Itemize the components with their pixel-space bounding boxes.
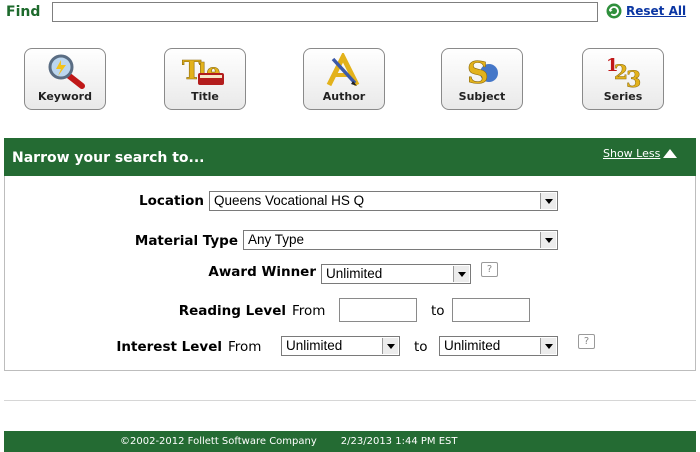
divider	[4, 400, 696, 401]
interest-level-help-icon[interactable]: ?	[578, 334, 595, 349]
series-search-button[interactable]: 1 2 3 Series	[582, 48, 664, 110]
award-winner-help-icon[interactable]: ?	[481, 262, 498, 277]
dropdown-arrow-icon	[540, 338, 556, 354]
subject-letters-icon: S	[467, 56, 498, 89]
find-input[interactable]	[52, 2, 598, 22]
find-label: Find	[6, 4, 41, 20]
location-select[interactable]: Queens Vocational HS Q	[209, 191, 558, 211]
interest-level-to-select[interactable]: Unlimited	[439, 336, 558, 356]
footer-copyright: ©2002-2012 Follett Software Company	[120, 436, 317, 447]
magnifier-icon	[48, 54, 85, 89]
reset-all-link[interactable]: Reset All	[626, 4, 686, 18]
svg-text:S: S	[467, 56, 489, 89]
interest-level-from-value: Unlimited	[286, 338, 343, 353]
reset-all-button[interactable]: Reset All	[606, 3, 686, 19]
material-type-select[interactable]: Any Type	[243, 230, 558, 250]
narrow-search-title: Narrow your search to...	[12, 150, 205, 166]
award-winner-value: Unlimited	[326, 266, 383, 281]
title-book-icon: T le	[182, 56, 224, 86]
title-label: Title	[191, 90, 219, 103]
author-search-button[interactable]: Author	[303, 48, 385, 110]
series-label: Series	[603, 90, 643, 103]
reading-level-from-label: From	[292, 303, 326, 319]
interest-level-to-label: to	[414, 339, 428, 355]
caret-up-icon	[663, 149, 678, 158]
interest-level-to-value: Unlimited	[444, 338, 501, 353]
reading-level-to-input[interactable]	[452, 298, 530, 322]
show-less-link[interactable]: Show Less	[603, 147, 678, 160]
subject-search-button[interactable]: S Subject	[441, 48, 523, 110]
reading-level-label: Reading Level	[178, 303, 286, 319]
interest-level-from-label: From	[228, 339, 262, 355]
location-label: Location	[139, 193, 204, 209]
keyword-search-button[interactable]: Keyword	[24, 48, 106, 110]
show-less-label[interactable]: Show Less	[603, 147, 660, 160]
author-label: Author	[322, 90, 366, 103]
keyword-label: Keyword	[38, 90, 92, 103]
location-value: Queens Vocational HS Q	[214, 193, 365, 208]
footer-datetime: 2/23/2013 1:44 PM EST	[340, 436, 458, 447]
dropdown-arrow-icon	[382, 338, 398, 354]
reading-level-from-input[interactable]	[339, 298, 417, 322]
author-pen-icon	[326, 53, 360, 87]
title-search-button[interactable]: T le Title	[164, 48, 246, 110]
svg-text:3: 3	[626, 67, 641, 89]
series-numbers-icon: 1 2 3	[606, 55, 642, 89]
dropdown-arrow-icon	[540, 232, 556, 248]
dropdown-arrow-icon	[540, 193, 556, 209]
dropdown-arrow-icon	[453, 266, 469, 282]
reading-level-to-label: to	[431, 303, 445, 319]
material-type-value: Any Type	[248, 232, 305, 247]
award-winner-label: Award Winner	[208, 264, 316, 280]
award-winner-select[interactable]: Unlimited	[321, 264, 471, 284]
footer: ©2002-2012 Follett Software Company 2/23…	[4, 431, 696, 452]
interest-level-label: Interest Level	[116, 339, 222, 355]
interest-level-from-select[interactable]: Unlimited	[281, 336, 400, 356]
subject-label: Subject	[458, 90, 506, 103]
material-type-label: Material Type	[134, 233, 238, 249]
refresh-icon	[606, 3, 622, 19]
